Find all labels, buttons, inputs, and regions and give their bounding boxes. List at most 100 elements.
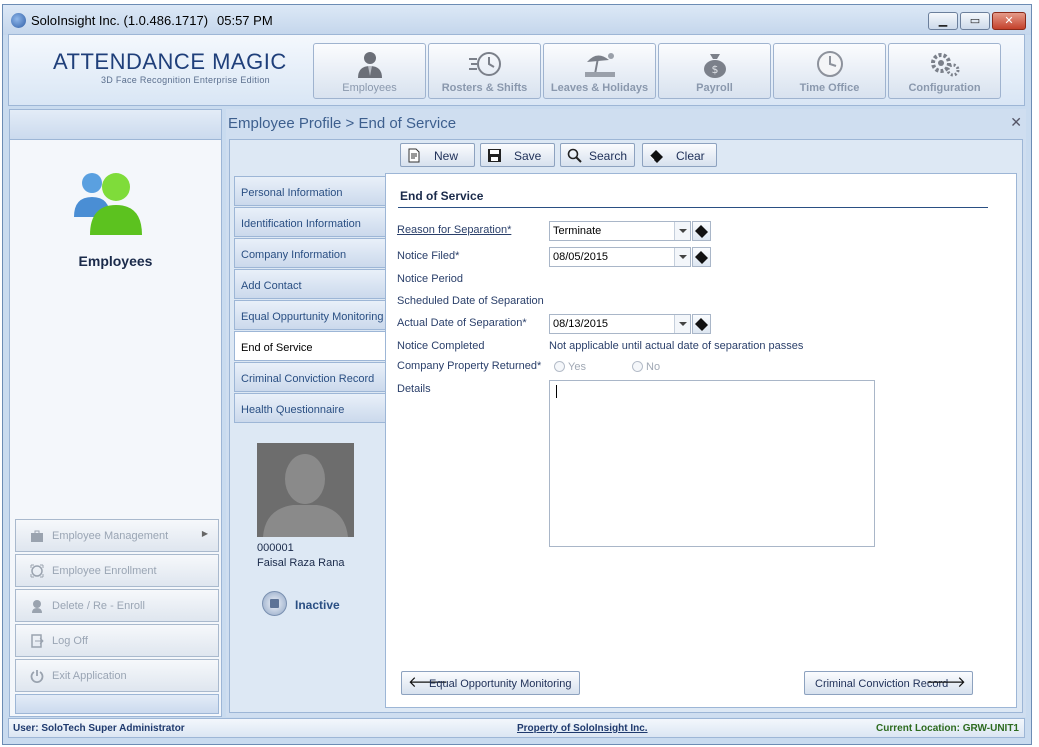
prev-section-button[interactable]: 🡐 Equal Opportunity Monitoring (401, 671, 580, 695)
tab-end-of-service[interactable]: End of Service (234, 331, 386, 361)
nav-payroll[interactable]: $ Payroll (658, 43, 771, 99)
details-textarea[interactable] (549, 380, 875, 547)
tab-health-questionnaire[interactable]: Health Questionnaire (234, 393, 386, 423)
arrow-right-icon: 🡒 (925, 674, 966, 691)
chevron-down-icon[interactable] (674, 248, 690, 266)
status-bar: User: SoloTech Super Administrator Prope… (8, 718, 1025, 738)
prev-section-label: Equal Opportunity Monitoring (429, 678, 572, 690)
property-yes-radio[interactable]: Yes (554, 361, 586, 373)
status-stop-icon (262, 591, 287, 616)
search-button[interactable]: Search (560, 143, 635, 167)
sidebar-header (10, 110, 221, 140)
menu-log-off[interactable]: Log Off (15, 624, 219, 657)
menu-label: Delete / Re - Enroll (52, 600, 145, 612)
minimize-button[interactable]: ▁ (928, 12, 958, 30)
clear-label: Clear (676, 149, 705, 163)
end-of-service-form: End of Service Reason for Separation* Te… (385, 173, 1017, 708)
property-no-label: No (646, 361, 661, 373)
nav-time-office[interactable]: Time Office (773, 43, 886, 99)
new-document-icon (408, 148, 420, 163)
tab-identification-information[interactable]: Identification Information (234, 207, 386, 237)
save-button[interactable]: Save (480, 143, 555, 167)
clear-reason-button[interactable] (692, 221, 711, 241)
eraser-icon (695, 251, 708, 264)
menu-employee-management[interactable]: Employee Management ▶ (15, 519, 219, 552)
radio-circle-icon (554, 361, 565, 372)
status-user: User: SoloTech Super Administrator (13, 723, 185, 734)
main-content: Employee Profile > End of Service ✕ New … (226, 109, 1026, 717)
clear-actual-date-button[interactable] (692, 314, 711, 334)
sidebar-title: Employees (78, 253, 153, 269)
tab-personal-information[interactable]: Personal Information (234, 176, 386, 206)
property-yes-label: Yes (568, 361, 586, 373)
close-window-button[interactable]: ✕ (992, 12, 1026, 30)
menu-delete-reenroll[interactable]: Delete / Re - Enroll (15, 589, 219, 622)
window-title: SoloInsight Inc. (1.0.486.1717) (31, 13, 209, 28)
close-panel-icon[interactable]: ✕ (1010, 114, 1022, 131)
text-cursor (556, 385, 557, 398)
wall-clock-icon (816, 51, 843, 77)
menu-exit-application[interactable]: Exit Application (15, 659, 219, 692)
reason-for-separation-select[interactable]: Terminate (549, 221, 691, 241)
nav-leaves-holidays[interactable]: Leaves & Holidays (543, 43, 656, 99)
nav-time-office-label: Time Office (799, 82, 860, 94)
gears-icon (930, 53, 959, 77)
sidebar-footer (15, 694, 219, 714)
notice-completed-value: Not applicable until actual date of sepa… (549, 340, 804, 352)
chevron-down-icon[interactable] (674, 315, 690, 333)
actual-date-of-separation[interactable]: 08/13/2015 (549, 314, 691, 334)
nav-rosters-shifts[interactable]: Rosters & Shifts (428, 43, 541, 99)
face-scan-icon (30, 564, 44, 578)
tab-equal-opportunity-monitoring[interactable]: Equal Oppurtunity Monitoring (234, 300, 386, 330)
maximize-button[interactable]: ▭ (960, 12, 990, 30)
menu-employee-enrollment[interactable]: Employee Enrollment (15, 554, 219, 587)
beach-icon (584, 53, 615, 77)
nav-configuration[interactable]: Configuration (888, 43, 1001, 99)
details-label: Details (397, 383, 431, 395)
employee-photo (257, 443, 354, 537)
next-section-button[interactable]: Criminal Conviction Record 🡒 (804, 671, 973, 695)
clear-notice-filed-button[interactable] (692, 247, 711, 267)
eraser-icon (649, 150, 663, 163)
sidebar: Employees Employee Management ▶ Employee… (9, 109, 222, 717)
logoff-icon (31, 634, 44, 648)
nav-configuration-label: Configuration (908, 82, 981, 94)
eraser-icon (695, 225, 708, 238)
app-window: SoloInsight Inc. (1.0.486.1717) 05:57 PM… (2, 4, 1032, 745)
chevron-down-icon[interactable] (674, 222, 690, 240)
person-silhouette-icon (263, 454, 348, 537)
employee-name: Faisal Raza Rana (257, 557, 345, 569)
status-location: Current Location: GRW-UNIT1 (876, 723, 1019, 734)
actual-date-value: 08/13/2015 (553, 318, 609, 330)
svg-text:$: $ (711, 63, 718, 76)
menu-label: Employee Management (52, 530, 169, 542)
reason-value: Terminate (553, 225, 602, 237)
status-property-link[interactable]: Property of SoloInsight Inc. (517, 723, 648, 734)
power-icon (30, 670, 44, 683)
notice-filed-value: 08/05/2015 (553, 251, 609, 263)
clear-button[interactable]: Clear (642, 143, 717, 167)
employee-icon (357, 52, 382, 78)
money-bag-icon: $ (703, 54, 726, 78)
tab-add-contact[interactable]: Add Contact (234, 269, 386, 299)
app-header: ATTENDANCE MAGIC 3D Face Recognition Ent… (8, 34, 1025, 106)
form-title: End of Service (400, 189, 484, 203)
notice-filed-date[interactable]: 08/05/2015 (549, 247, 691, 267)
reason-for-separation-label[interactable]: Reason for Separation* (397, 224, 511, 236)
menu-label: Employee Enrollment (52, 565, 157, 577)
title-bar: SoloInsight Inc. (1.0.486.1717) 05:57 PM… (3, 5, 1031, 35)
actual-date-label: Actual Date of Separation* (397, 317, 527, 329)
property-no-radio[interactable]: No (632, 361, 660, 373)
new-label: New (434, 149, 459, 163)
new-button[interactable]: New (400, 143, 475, 167)
menu-label: Log Off (52, 635, 88, 647)
minimize-icon: ▁ (938, 15, 948, 27)
tab-criminal-conviction-record[interactable]: Criminal Conviction Record (234, 362, 386, 392)
company-property-label: Company Property Returned* (397, 360, 542, 372)
notice-period-label: Notice Period (397, 273, 464, 285)
save-icon (488, 149, 501, 162)
tab-company-information[interactable]: Company Information (234, 238, 386, 268)
notice-filed-label: Notice Filed* (397, 250, 460, 262)
nav-employees[interactable]: Employees (313, 43, 426, 99)
user-remove-icon (32, 600, 42, 613)
